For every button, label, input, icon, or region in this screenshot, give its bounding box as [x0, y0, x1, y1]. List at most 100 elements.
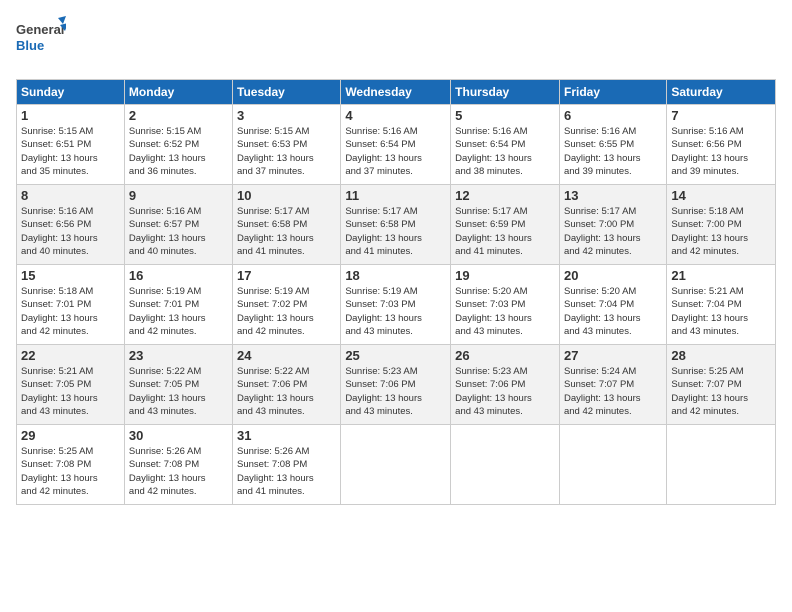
day-number: 28	[671, 348, 771, 363]
day-number: 7	[671, 108, 771, 123]
day-info: Sunrise: 5:20 AMSunset: 7:04 PMDaylight:…	[564, 285, 662, 338]
day-info: Sunrise: 5:17 AMSunset: 7:00 PMDaylight:…	[564, 205, 662, 258]
calendar-week-row: 8Sunrise: 5:16 AMSunset: 6:56 PMDaylight…	[17, 185, 776, 265]
day-info: Sunrise: 5:17 AMSunset: 6:58 PMDaylight:…	[237, 205, 336, 258]
day-info: Sunrise: 5:16 AMSunset: 6:56 PMDaylight:…	[671, 125, 771, 178]
table-row: 20 Sunrise: 5:20 AMSunset: 7:04 PMDayligh…	[559, 265, 666, 345]
table-row: 16Sunrise: 5:19 AMSunset: 7:01 PMDayligh…	[124, 265, 232, 345]
day-number: 10	[237, 188, 336, 203]
table-row: 28 Sunrise: 5:25 AMSunset: 7:07 PMDayligh…	[667, 345, 776, 425]
day-number: 1	[21, 108, 120, 123]
col-sunday: Sunday	[17, 80, 125, 105]
table-row: 29Sunrise: 5:25 AMSunset: 7:08 PMDayligh…	[17, 425, 125, 505]
day-info: Sunrise: 5:19 AMSunset: 7:01 PMDaylight:…	[129, 285, 228, 338]
table-row	[451, 425, 560, 505]
day-info: Sunrise: 5:20 AMSunset: 7:03 PMDaylight:…	[455, 285, 555, 338]
day-info: Sunrise: 5:25 AMSunset: 7:08 PMDaylight:…	[21, 445, 120, 498]
day-info: Sunrise: 5:22 AMSunset: 7:06 PMDaylight:…	[237, 365, 336, 418]
logo: General Blue	[16, 16, 66, 69]
table-row: 3 Sunrise: 5:15 AMSunset: 6:53 PMDaylight…	[233, 105, 341, 185]
day-info: Sunrise: 5:18 AMSunset: 7:00 PMDaylight:…	[671, 205, 771, 258]
svg-text:Blue: Blue	[16, 38, 44, 53]
day-number: 15	[21, 268, 120, 283]
table-row: 2Sunrise: 5:15 AMSunset: 6:52 PMDaylight…	[124, 105, 232, 185]
page-container: General Blue Sunday Monday Tuesday Wedne…	[0, 0, 792, 612]
day-info: Sunrise: 5:26 AMSunset: 7:08 PMDaylight:…	[237, 445, 336, 498]
table-row: 1 Sunrise: 5:15 AMSunset: 6:51 PMDaylight…	[17, 105, 125, 185]
day-number: 22	[21, 348, 120, 363]
day-number: 14	[671, 188, 771, 203]
day-info: Sunrise: 5:18 AMSunset: 7:01 PMDaylight:…	[21, 285, 120, 338]
table-row: 13 Sunrise: 5:17 AMSunset: 7:00 PMDayligh…	[559, 185, 666, 265]
day-number: 5	[455, 108, 555, 123]
table-row: 14 Sunrise: 5:18 AMSunset: 7:00 PMDayligh…	[667, 185, 776, 265]
col-tuesday: Tuesday	[233, 80, 341, 105]
calendar-header-row: Sunday Monday Tuesday Wednesday Thursday…	[17, 80, 776, 105]
day-info: Sunrise: 5:17 AMSunset: 6:59 PMDaylight:…	[455, 205, 555, 258]
table-row: 12 Sunrise: 5:17 AMSunset: 6:59 PMDayligh…	[451, 185, 560, 265]
table-row: 27 Sunrise: 5:24 AMSunset: 7:07 PMDayligh…	[559, 345, 666, 425]
day-info: Sunrise: 5:15 AMSunset: 6:51 PMDaylight:…	[21, 125, 120, 178]
day-info: Sunrise: 5:16 AMSunset: 6:54 PMDaylight:…	[345, 125, 446, 178]
day-info: Sunrise: 5:16 AMSunset: 6:57 PMDaylight:…	[129, 205, 228, 258]
day-info: Sunrise: 5:23 AMSunset: 7:06 PMDaylight:…	[345, 365, 446, 418]
table-row: 7 Sunrise: 5:16 AMSunset: 6:56 PMDaylight…	[667, 105, 776, 185]
table-row: 11 Sunrise: 5:17 AMSunset: 6:58 PMDayligh…	[341, 185, 451, 265]
table-row	[559, 425, 666, 505]
day-info: Sunrise: 5:22 AMSunset: 7:05 PMDaylight:…	[129, 365, 228, 418]
day-number: 13	[564, 188, 662, 203]
col-monday: Monday	[124, 80, 232, 105]
table-row: 25 Sunrise: 5:23 AMSunset: 7:06 PMDayligh…	[341, 345, 451, 425]
day-number: 24	[237, 348, 336, 363]
day-info: Sunrise: 5:16 AMSunset: 6:55 PMDaylight:…	[564, 125, 662, 178]
day-info: Sunrise: 5:24 AMSunset: 7:07 PMDaylight:…	[564, 365, 662, 418]
calendar-week-row: 22 Sunrise: 5:21 AMSunset: 7:05 PMDayligh…	[17, 345, 776, 425]
day-info: Sunrise: 5:23 AMSunset: 7:06 PMDaylight:…	[455, 365, 555, 418]
table-row: 26 Sunrise: 5:23 AMSunset: 7:06 PMDayligh…	[451, 345, 560, 425]
day-number: 3	[237, 108, 336, 123]
table-row: 4 Sunrise: 5:16 AMSunset: 6:54 PMDaylight…	[341, 105, 451, 185]
day-info: Sunrise: 5:21 AMSunset: 7:05 PMDaylight:…	[21, 365, 120, 418]
col-friday: Friday	[559, 80, 666, 105]
table-row: 31 Sunrise: 5:26 AMSunset: 7:08 PMDayligh…	[233, 425, 341, 505]
day-number: 11	[345, 188, 446, 203]
col-wednesday: Wednesday	[341, 80, 451, 105]
table-row: 8Sunrise: 5:16 AMSunset: 6:56 PMDaylight…	[17, 185, 125, 265]
day-number: 17	[237, 268, 336, 283]
day-number: 20	[564, 268, 662, 283]
table-row: 30Sunrise: 5:26 AMSunset: 7:08 PMDayligh…	[124, 425, 232, 505]
day-number: 8	[21, 188, 120, 203]
day-number: 12	[455, 188, 555, 203]
logo-svg: General Blue	[16, 16, 66, 64]
table-row: 23 Sunrise: 5:22 AMSunset: 7:05 PMDayligh…	[124, 345, 232, 425]
day-number: 27	[564, 348, 662, 363]
day-number: 9	[129, 188, 228, 203]
table-row: 10 Sunrise: 5:17 AMSunset: 6:58 PMDayligh…	[233, 185, 341, 265]
day-number: 6	[564, 108, 662, 123]
col-saturday: Saturday	[667, 80, 776, 105]
table-row: 9 Sunrise: 5:16 AMSunset: 6:57 PMDaylight…	[124, 185, 232, 265]
day-number: 26	[455, 348, 555, 363]
day-number: 4	[345, 108, 446, 123]
day-info: Sunrise: 5:25 AMSunset: 7:07 PMDaylight:…	[671, 365, 771, 418]
page-header: General Blue	[16, 16, 776, 69]
col-thursday: Thursday	[451, 80, 560, 105]
day-number: 23	[129, 348, 228, 363]
day-info: Sunrise: 5:17 AMSunset: 6:58 PMDaylight:…	[345, 205, 446, 258]
table-row: 15 Sunrise: 5:18 AMSunset: 7:01 PMDayligh…	[17, 265, 125, 345]
table-row	[667, 425, 776, 505]
day-number: 25	[345, 348, 446, 363]
table-row: 5Sunrise: 5:16 AMSunset: 6:54 PMDaylight…	[451, 105, 560, 185]
svg-text:General: General	[16, 22, 64, 37]
day-number: 31	[237, 428, 336, 443]
day-number: 19	[455, 268, 555, 283]
table-row: 6 Sunrise: 5:16 AMSunset: 6:55 PMDaylight…	[559, 105, 666, 185]
day-info: Sunrise: 5:26 AMSunset: 7:08 PMDaylight:…	[129, 445, 228, 498]
calendar-week-row: 1 Sunrise: 5:15 AMSunset: 6:51 PMDaylight…	[17, 105, 776, 185]
day-info: Sunrise: 5:21 AMSunset: 7:04 PMDaylight:…	[671, 285, 771, 338]
calendar-week-row: 15 Sunrise: 5:18 AMSunset: 7:01 PMDayligh…	[17, 265, 776, 345]
day-info: Sunrise: 5:19 AMSunset: 7:02 PMDaylight:…	[237, 285, 336, 338]
calendar-table: Sunday Monday Tuesday Wednesday Thursday…	[16, 79, 776, 505]
table-row: 21Sunrise: 5:21 AMSunset: 7:04 PMDayligh…	[667, 265, 776, 345]
day-info: Sunrise: 5:15 AMSunset: 6:53 PMDaylight:…	[237, 125, 336, 178]
